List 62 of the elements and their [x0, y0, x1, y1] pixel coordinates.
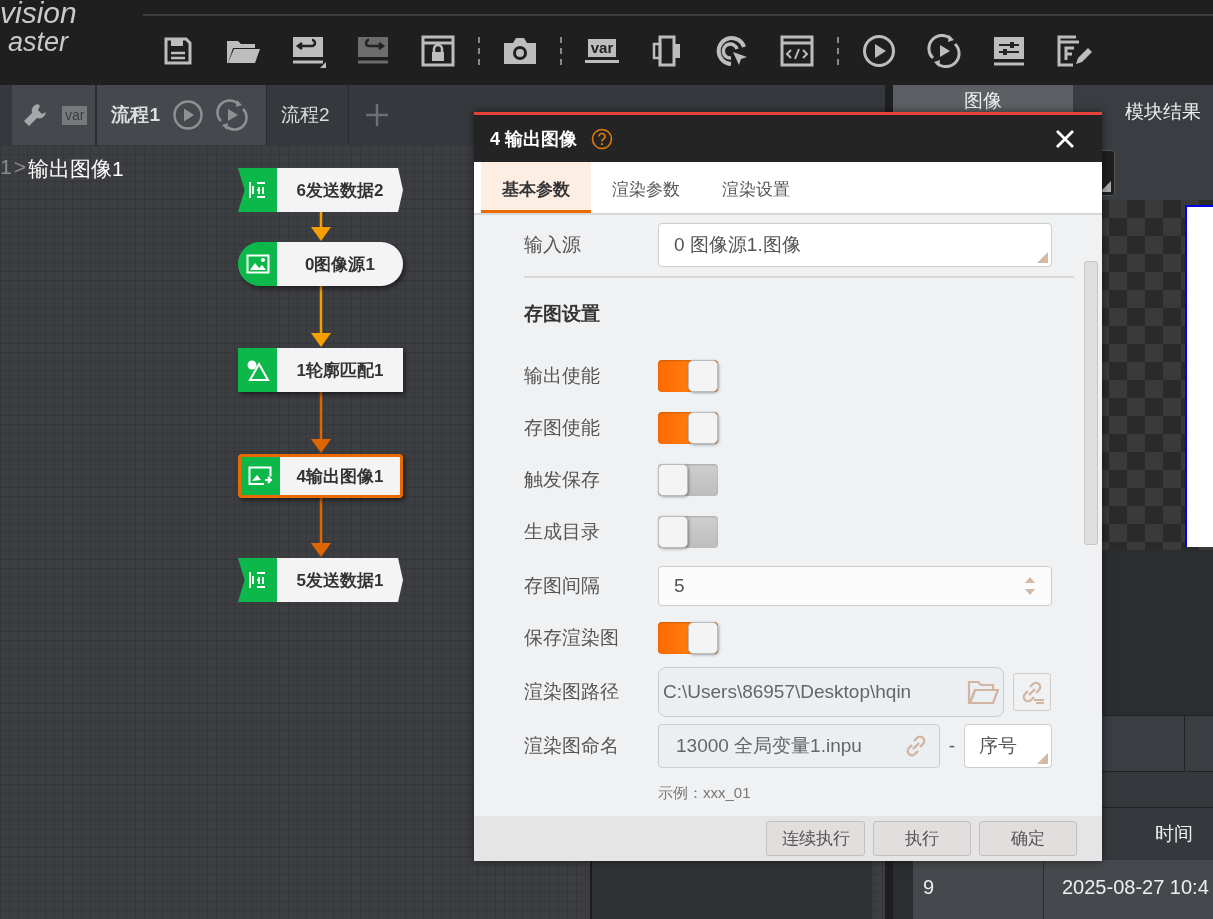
- path-field[interactable]: C:\Users\86957\Desktop\hqin: [658, 666, 1004, 717]
- dropdown-field[interactable]: 序号: [964, 723, 1052, 768]
- shapes-icon: [245, 359, 270, 381]
- name-field[interactable]: 13000 全局变量1.inpu: [658, 723, 940, 768]
- separator-text: -: [947, 734, 957, 757]
- camera-icon: [502, 35, 538, 66]
- flow-node[interactable]: 4输出图像1: [238, 454, 403, 498]
- process-tab[interactable]: 流程1: [97, 85, 268, 145]
- number-field[interactable]: 5: [658, 565, 1052, 606]
- field-label: 触发保存: [524, 467, 601, 492]
- toggle-switch[interactable]: [658, 359, 718, 392]
- breadcrumb-current: 输出图像1: [27, 156, 124, 182]
- flow-node[interactable]: 0图像源1: [238, 242, 403, 286]
- flow-node[interactable]: 5发送数据1: [238, 558, 403, 602]
- scrollbar[interactable]: [1084, 260, 1098, 545]
- column-header: 时间: [1155, 822, 1193, 846]
- field-label: 存图间隔: [524, 573, 601, 598]
- close-icon[interactable]: [1055, 128, 1075, 149]
- code-window-icon: [780, 34, 814, 67]
- wrench-icon[interactable]: [22, 102, 48, 128]
- hint-text: 示例：xxx_01: [658, 784, 751, 804]
- loop-play-icon: [927, 33, 961, 68]
- table-cell-text: 2025-08-27 10:4: [1061, 875, 1209, 900]
- toggle-switch[interactable]: [658, 515, 718, 548]
- toggle-switch[interactable]: [658, 411, 718, 444]
- field-label: 渲染图路径: [524, 679, 620, 704]
- field-label: 输出使能: [524, 363, 601, 388]
- field-label: 存图使能: [524, 415, 601, 440]
- dialog-title: 4 输出图像: [490, 127, 577, 151]
- dialog-button[interactable]: 确定: [979, 821, 1077, 856]
- flow-node[interactable]: 1轮廓匹配1: [238, 348, 403, 392]
- send-data-icon: [247, 180, 268, 200]
- field-label: 渲染图命名: [524, 733, 620, 758]
- lock-icon: [421, 34, 455, 67]
- dropdown-field[interactable]: 0 图像源1.图像: [658, 222, 1052, 267]
- dialog-button[interactable]: 连续执行: [766, 821, 865, 856]
- send-data-icon: [247, 570, 268, 590]
- formula-edit-icon: [1056, 33, 1092, 68]
- dialog-button[interactable]: 执行: [873, 821, 971, 856]
- section-title: 存图设置: [524, 301, 600, 326]
- dialog-tab[interactable]: 基本参数: [481, 162, 591, 213]
- field-label: 输入源: [524, 232, 582, 257]
- play-icon[interactable]: [172, 99, 205, 131]
- flow-node[interactable]: 6发送数据2: [238, 168, 403, 212]
- image-export-icon: [247, 466, 274, 486]
- dialog-tab[interactable]: 渲染设置: [701, 162, 811, 213]
- image-icon: [245, 254, 270, 274]
- device-icon: [652, 33, 682, 68]
- logo-text: aster: [7, 28, 69, 56]
- loop-play-icon[interactable]: [216, 99, 249, 131]
- field-label: 生成目录: [524, 519, 601, 544]
- logo-text: vision: [0, 0, 77, 28]
- help-icon[interactable]: [591, 127, 613, 150]
- toggle-switch[interactable]: [658, 621, 718, 654]
- toggle-switch[interactable]: [658, 463, 718, 496]
- play-icon: [862, 33, 896, 68]
- add-icon[interactable]: [363, 102, 390, 128]
- dialog-tab[interactable]: 渲染参数: [591, 162, 701, 213]
- breadcrumb-separator: >: [13, 155, 26, 180]
- target-cursor-icon: [715, 33, 749, 68]
- toolbar-button[interactable]: var: [581, 29, 623, 72]
- field-label: 保存渲染图: [524, 625, 620, 650]
